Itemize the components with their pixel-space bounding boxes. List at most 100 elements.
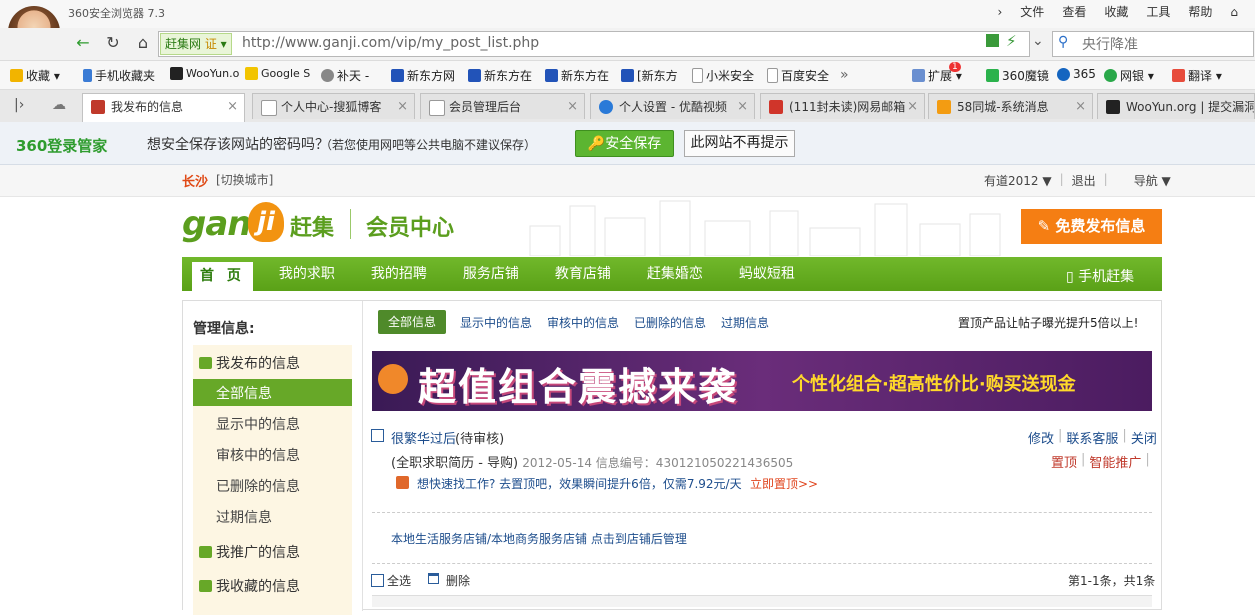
nav-marriage[interactable]: 赶集婚恋 [629,257,721,291]
delete-button[interactable]: 删除 [446,572,470,589]
sidebar-item-reviewing[interactable]: 审核中的信息 [216,445,300,465]
bookmark-item[interactable]: 翻译 ▾ [1172,67,1222,84]
pin-now-link[interactable]: 立即置顶>> [750,475,818,492]
save-password-button[interactable]: 🔑安全保存 [575,130,674,157]
close-icon[interactable]: × [737,94,748,119]
pin-tip[interactable]: 想快速找工作? 去置顶吧，效果瞬间提升6倍，仅需7.92元/天 [417,475,742,492]
bookmark-item[interactable]: WooYun.o [170,67,239,80]
sidebar-my-posts[interactable]: 我发布的信息 [199,353,300,373]
phone-icon: ▯ [1066,269,1079,285]
bookmark-item[interactable]: 小米安全 [692,67,754,84]
dropdown-icon[interactable]: ⌄ [1032,33,1044,49]
bookmark-item[interactable]: Google S [245,67,310,80]
back-icon[interactable]: ← [70,32,96,54]
select-all-label[interactable]: 全选 [387,572,411,589]
menu-favorites[interactable]: 收藏 [1095,3,1137,21]
close-icon[interactable]: × [907,94,918,119]
url-text[interactable]: http://www.ganji.com/vip/my_post_list.ph… [242,33,539,53]
pin-link[interactable]: 置顶 [1051,452,1077,471]
sidebar-item-all[interactable]: 全部信息 [216,383,272,403]
close-icon[interactable]: × [567,94,578,119]
menu-file[interactable]: 文件 [1011,3,1053,21]
menu-tools[interactable]: 工具 [1137,3,1179,21]
folder-icon [199,580,212,592]
menu-expand-icon[interactable]: › [988,3,1011,21]
bookmark-item[interactable]: 360魔镜 [986,67,1049,84]
menu-help[interactable]: 帮助 [1179,3,1221,21]
sidebar-item-showing[interactable]: 显示中的信息 [216,414,300,434]
bookmark-item[interactable]: [新东方 [621,67,678,84]
tab-youku[interactable]: 个人设置 - 优酷视频 × [590,93,755,119]
tab-wooyun[interactable]: WooYun.org | 提交漏洞 [1097,93,1255,119]
sidebar-promoted[interactable]: 我推广的信息 [199,542,300,562]
bookmark-item[interactable]: 新东方在 [468,67,532,84]
filter-all-button[interactable]: 全部信息 [378,310,446,334]
cloud-icon[interactable]: ☁ [52,97,66,113]
bookmark-item[interactable]: 新东方网 [391,67,455,84]
site-identity-tag[interactable]: 赶集网 证 ▾ [160,33,232,55]
sidebar-title: 管理信息: [193,321,255,337]
filter-reviewing[interactable]: 审核中的信息 [547,314,619,331]
nav-short-rent[interactable]: 蚂蚁短租 [721,257,813,291]
mobile-ganji-link[interactable]: ▯ 手机赶集 [1066,266,1134,286]
bookmark-item[interactable]: 新东方在 [545,67,609,84]
select-all-checkbox[interactable] [371,574,384,587]
nav-my-recruit[interactable]: 我的招聘 [353,257,445,291]
bookmark-item[interactable]: 百度安全 [767,67,829,84]
switch-city-link[interactable]: [切换城市] [216,171,273,188]
sidebar-favorites[interactable]: 我收藏的信息 [199,576,300,596]
post-checkbox[interactable] [371,429,384,442]
nav-my-job-search[interactable]: 我的求职 [261,257,353,291]
post-promote-actions: 置顶 | 智能推广 | [1051,452,1150,471]
tab-my-posts[interactable]: 我发布的信息 × [82,93,245,122]
post-title-link[interactable]: 很繁华过后 [391,428,456,447]
contact-support-link[interactable]: 联系客服 [1066,428,1118,447]
search-input[interactable]: 央行降准 [1082,34,1138,54]
password-note: （若您使用网吧等公共电脑不建议保存） [320,138,537,152]
nav-service-store[interactable]: 服务店铺 [445,257,537,291]
nav-menu[interactable]: 导航 ▼ [1134,172,1171,189]
filter-deleted[interactable]: 已删除的信息 [634,314,706,331]
store-manage-link[interactable]: 本地生活服务店铺/本地商务服务店铺 点击到店铺后管理 [391,530,687,547]
edit-post-link[interactable]: 修改 [1028,428,1054,447]
menu-view[interactable]: 查看 [1053,3,1095,21]
logout-link[interactable]: 退出 [1072,172,1096,189]
close-post-link[interactable]: 关闭 [1131,428,1157,447]
home-icon[interactable]: ⌂ [130,32,156,54]
sidebar-item-deleted[interactable]: 已删除的信息 [216,476,300,496]
smart-promote-link[interactable]: 智能推广 [1089,452,1141,471]
free-post-button[interactable]: ✎ 免费发布信息 [1021,209,1162,244]
bookmark-item[interactable]: 365 [1057,67,1096,81]
minimize-icon[interactable]: ⌂ [1221,3,1247,21]
tab-sohu[interactable]: 个人中心-搜狐博客 × [252,93,415,119]
search-icon[interactable]: ⚲ [1058,34,1068,50]
ganji-logo-text[interactable]: gan [182,204,251,244]
close-icon[interactable]: × [227,94,238,120]
sidebar-toggle-icon[interactable]: |› [14,97,24,113]
qr-icon[interactable] [986,34,999,47]
sidebar-item-expired[interactable]: 过期信息 [216,507,272,527]
user-menu[interactable]: 有道2012 ▼ [984,172,1052,189]
ganji-logo-mark[interactable]: ji [248,202,284,242]
trash-icon[interactable] [428,573,439,584]
refresh-icon[interactable]: ↻ [100,32,126,54]
close-icon[interactable]: × [1075,94,1086,119]
tab-member-admin[interactable]: 会员管理后台 × [420,93,585,119]
bookmark-item[interactable]: 网银 ▾ [1104,67,1154,84]
filter-showing[interactable]: 显示中的信息 [460,314,532,331]
tab-58[interactable]: 58同城-系统消息 × [928,93,1093,119]
tab-163-mail[interactable]: (111封未读)网易邮箱 × [760,93,925,119]
more-bookmarks-icon[interactable]: » [840,67,849,83]
never-remind-button[interactable]: 此网站不再提示 [684,130,795,157]
lightning-icon[interactable]: ⚡ [1006,32,1017,50]
close-icon[interactable]: × [397,94,408,119]
ganji-logo-cn: 赶集 [290,216,335,241]
bookmark-item[interactable]: 补天 - [321,67,369,84]
nav-home[interactable]: 首 页 [192,262,253,291]
password-question: 想安全保存该网站的密码吗？ [147,137,329,153]
bookmark-favorites[interactable]: 收藏 ▾ [10,67,60,84]
filter-expired[interactable]: 过期信息 [721,314,769,331]
extensions-button[interactable]: 1 扩展 ▾ [912,62,962,84]
bookmark-item[interactable]: 手机收藏夹 [83,67,155,84]
nav-education-store[interactable]: 教育店铺 [537,257,629,291]
